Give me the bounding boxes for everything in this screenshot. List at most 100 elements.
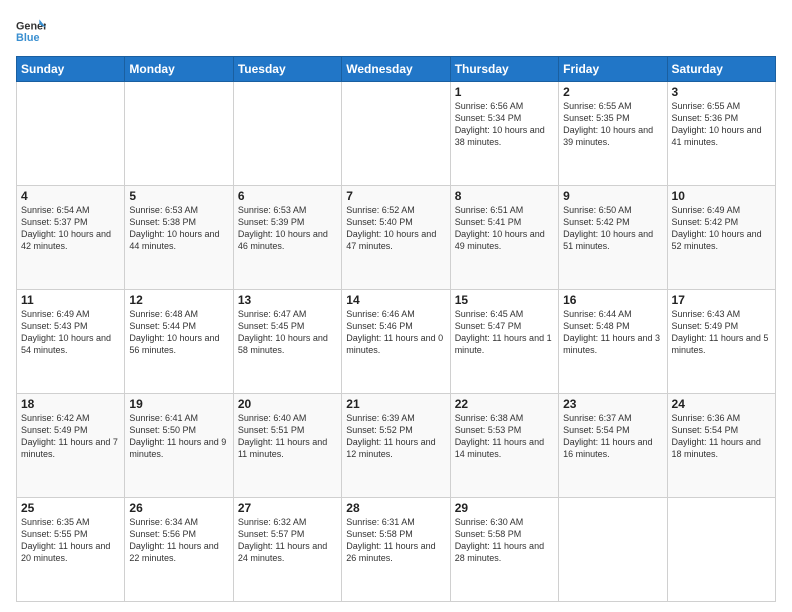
- day-number: 3: [672, 85, 771, 99]
- day-cell: 13Sunrise: 6:47 AM Sunset: 5:45 PM Dayli…: [233, 290, 341, 394]
- day-number: 21: [346, 397, 445, 411]
- calendar-table: SundayMondayTuesdayWednesdayThursdayFrid…: [16, 56, 776, 602]
- day-info: Sunrise: 6:34 AM Sunset: 5:56 PM Dayligh…: [129, 516, 228, 565]
- week-row-5: 25Sunrise: 6:35 AM Sunset: 5:55 PM Dayli…: [17, 498, 776, 602]
- day-info: Sunrise: 6:49 AM Sunset: 5:43 PM Dayligh…: [21, 308, 120, 357]
- day-cell: [342, 82, 450, 186]
- day-cell: 20Sunrise: 6:40 AM Sunset: 5:51 PM Dayli…: [233, 394, 341, 498]
- day-number: 28: [346, 501, 445, 515]
- day-number: 19: [129, 397, 228, 411]
- day-number: 5: [129, 189, 228, 203]
- day-info: Sunrise: 6:52 AM Sunset: 5:40 PM Dayligh…: [346, 204, 445, 253]
- day-number: 27: [238, 501, 337, 515]
- logo: General Blue: [16, 16, 46, 46]
- weekday-header-row: SundayMondayTuesdayWednesdayThursdayFrid…: [17, 57, 776, 82]
- day-cell: 15Sunrise: 6:45 AM Sunset: 5:47 PM Dayli…: [450, 290, 558, 394]
- day-cell: 22Sunrise: 6:38 AM Sunset: 5:53 PM Dayli…: [450, 394, 558, 498]
- day-cell: 14Sunrise: 6:46 AM Sunset: 5:46 PM Dayli…: [342, 290, 450, 394]
- page: General Blue SundayMondayTuesdayWednesda…: [0, 0, 792, 612]
- day-info: Sunrise: 6:46 AM Sunset: 5:46 PM Dayligh…: [346, 308, 445, 357]
- day-cell: 29Sunrise: 6:30 AM Sunset: 5:58 PM Dayli…: [450, 498, 558, 602]
- header: General Blue: [16, 16, 776, 46]
- day-number: 12: [129, 293, 228, 307]
- day-number: 20: [238, 397, 337, 411]
- day-cell: 4Sunrise: 6:54 AM Sunset: 5:37 PM Daylig…: [17, 186, 125, 290]
- day-cell: 9Sunrise: 6:50 AM Sunset: 5:42 PM Daylig…: [559, 186, 667, 290]
- day-number: 26: [129, 501, 228, 515]
- day-cell: 5Sunrise: 6:53 AM Sunset: 5:38 PM Daylig…: [125, 186, 233, 290]
- day-info: Sunrise: 6:51 AM Sunset: 5:41 PM Dayligh…: [455, 204, 554, 253]
- day-info: Sunrise: 6:39 AM Sunset: 5:52 PM Dayligh…: [346, 412, 445, 461]
- day-number: 13: [238, 293, 337, 307]
- day-cell: 28Sunrise: 6:31 AM Sunset: 5:58 PM Dayli…: [342, 498, 450, 602]
- day-info: Sunrise: 6:50 AM Sunset: 5:42 PM Dayligh…: [563, 204, 662, 253]
- weekday-header-monday: Monday: [125, 57, 233, 82]
- day-cell: 2Sunrise: 6:55 AM Sunset: 5:35 PM Daylig…: [559, 82, 667, 186]
- day-number: 1: [455, 85, 554, 99]
- day-info: Sunrise: 6:35 AM Sunset: 5:55 PM Dayligh…: [21, 516, 120, 565]
- day-info: Sunrise: 6:32 AM Sunset: 5:57 PM Dayligh…: [238, 516, 337, 565]
- day-cell: 12Sunrise: 6:48 AM Sunset: 5:44 PM Dayli…: [125, 290, 233, 394]
- day-cell: 25Sunrise: 6:35 AM Sunset: 5:55 PM Dayli…: [17, 498, 125, 602]
- day-number: 15: [455, 293, 554, 307]
- week-row-4: 18Sunrise: 6:42 AM Sunset: 5:49 PM Dayli…: [17, 394, 776, 498]
- day-info: Sunrise: 6:47 AM Sunset: 5:45 PM Dayligh…: [238, 308, 337, 357]
- day-cell: 7Sunrise: 6:52 AM Sunset: 5:40 PM Daylig…: [342, 186, 450, 290]
- day-info: Sunrise: 6:56 AM Sunset: 5:34 PM Dayligh…: [455, 100, 554, 149]
- day-info: Sunrise: 6:36 AM Sunset: 5:54 PM Dayligh…: [672, 412, 771, 461]
- day-info: Sunrise: 6:37 AM Sunset: 5:54 PM Dayligh…: [563, 412, 662, 461]
- weekday-header-friday: Friday: [559, 57, 667, 82]
- day-cell: [17, 82, 125, 186]
- day-info: Sunrise: 6:30 AM Sunset: 5:58 PM Dayligh…: [455, 516, 554, 565]
- day-number: 25: [21, 501, 120, 515]
- day-cell: [125, 82, 233, 186]
- day-cell: 17Sunrise: 6:43 AM Sunset: 5:49 PM Dayli…: [667, 290, 775, 394]
- day-cell: 24Sunrise: 6:36 AM Sunset: 5:54 PM Dayli…: [667, 394, 775, 498]
- day-cell: [667, 498, 775, 602]
- weekday-header-tuesday: Tuesday: [233, 57, 341, 82]
- day-cell: 10Sunrise: 6:49 AM Sunset: 5:42 PM Dayli…: [667, 186, 775, 290]
- weekday-header-wednesday: Wednesday: [342, 57, 450, 82]
- day-cell: 21Sunrise: 6:39 AM Sunset: 5:52 PM Dayli…: [342, 394, 450, 498]
- day-info: Sunrise: 6:54 AM Sunset: 5:37 PM Dayligh…: [21, 204, 120, 253]
- day-info: Sunrise: 6:42 AM Sunset: 5:49 PM Dayligh…: [21, 412, 120, 461]
- day-info: Sunrise: 6:43 AM Sunset: 5:49 PM Dayligh…: [672, 308, 771, 357]
- day-cell: 3Sunrise: 6:55 AM Sunset: 5:36 PM Daylig…: [667, 82, 775, 186]
- day-number: 7: [346, 189, 445, 203]
- weekday-header-thursday: Thursday: [450, 57, 558, 82]
- day-info: Sunrise: 6:45 AM Sunset: 5:47 PM Dayligh…: [455, 308, 554, 357]
- weekday-header-sunday: Sunday: [17, 57, 125, 82]
- day-info: Sunrise: 6:41 AM Sunset: 5:50 PM Dayligh…: [129, 412, 228, 461]
- day-number: 2: [563, 85, 662, 99]
- svg-text:Blue: Blue: [16, 32, 39, 44]
- day-cell: 26Sunrise: 6:34 AM Sunset: 5:56 PM Dayli…: [125, 498, 233, 602]
- day-info: Sunrise: 6:49 AM Sunset: 5:42 PM Dayligh…: [672, 204, 771, 253]
- day-cell: [233, 82, 341, 186]
- day-info: Sunrise: 6:31 AM Sunset: 5:58 PM Dayligh…: [346, 516, 445, 565]
- day-cell: 11Sunrise: 6:49 AM Sunset: 5:43 PM Dayli…: [17, 290, 125, 394]
- day-info: Sunrise: 6:38 AM Sunset: 5:53 PM Dayligh…: [455, 412, 554, 461]
- weekday-header-saturday: Saturday: [667, 57, 775, 82]
- day-cell: [559, 498, 667, 602]
- day-number: 23: [563, 397, 662, 411]
- day-number: 9: [563, 189, 662, 203]
- week-row-3: 11Sunrise: 6:49 AM Sunset: 5:43 PM Dayli…: [17, 290, 776, 394]
- day-info: Sunrise: 6:53 AM Sunset: 5:38 PM Dayligh…: [129, 204, 228, 253]
- day-info: Sunrise: 6:40 AM Sunset: 5:51 PM Dayligh…: [238, 412, 337, 461]
- day-cell: 19Sunrise: 6:41 AM Sunset: 5:50 PM Dayli…: [125, 394, 233, 498]
- day-cell: 1Sunrise: 6:56 AM Sunset: 5:34 PM Daylig…: [450, 82, 558, 186]
- day-number: 18: [21, 397, 120, 411]
- day-number: 8: [455, 189, 554, 203]
- day-info: Sunrise: 6:55 AM Sunset: 5:35 PM Dayligh…: [563, 100, 662, 149]
- day-number: 29: [455, 501, 554, 515]
- day-number: 17: [672, 293, 771, 307]
- day-cell: 6Sunrise: 6:53 AM Sunset: 5:39 PM Daylig…: [233, 186, 341, 290]
- day-number: 14: [346, 293, 445, 307]
- day-number: 4: [21, 189, 120, 203]
- day-number: 11: [21, 293, 120, 307]
- day-info: Sunrise: 6:55 AM Sunset: 5:36 PM Dayligh…: [672, 100, 771, 149]
- day-cell: 27Sunrise: 6:32 AM Sunset: 5:57 PM Dayli…: [233, 498, 341, 602]
- day-number: 16: [563, 293, 662, 307]
- day-info: Sunrise: 6:48 AM Sunset: 5:44 PM Dayligh…: [129, 308, 228, 357]
- day-cell: 16Sunrise: 6:44 AM Sunset: 5:48 PM Dayli…: [559, 290, 667, 394]
